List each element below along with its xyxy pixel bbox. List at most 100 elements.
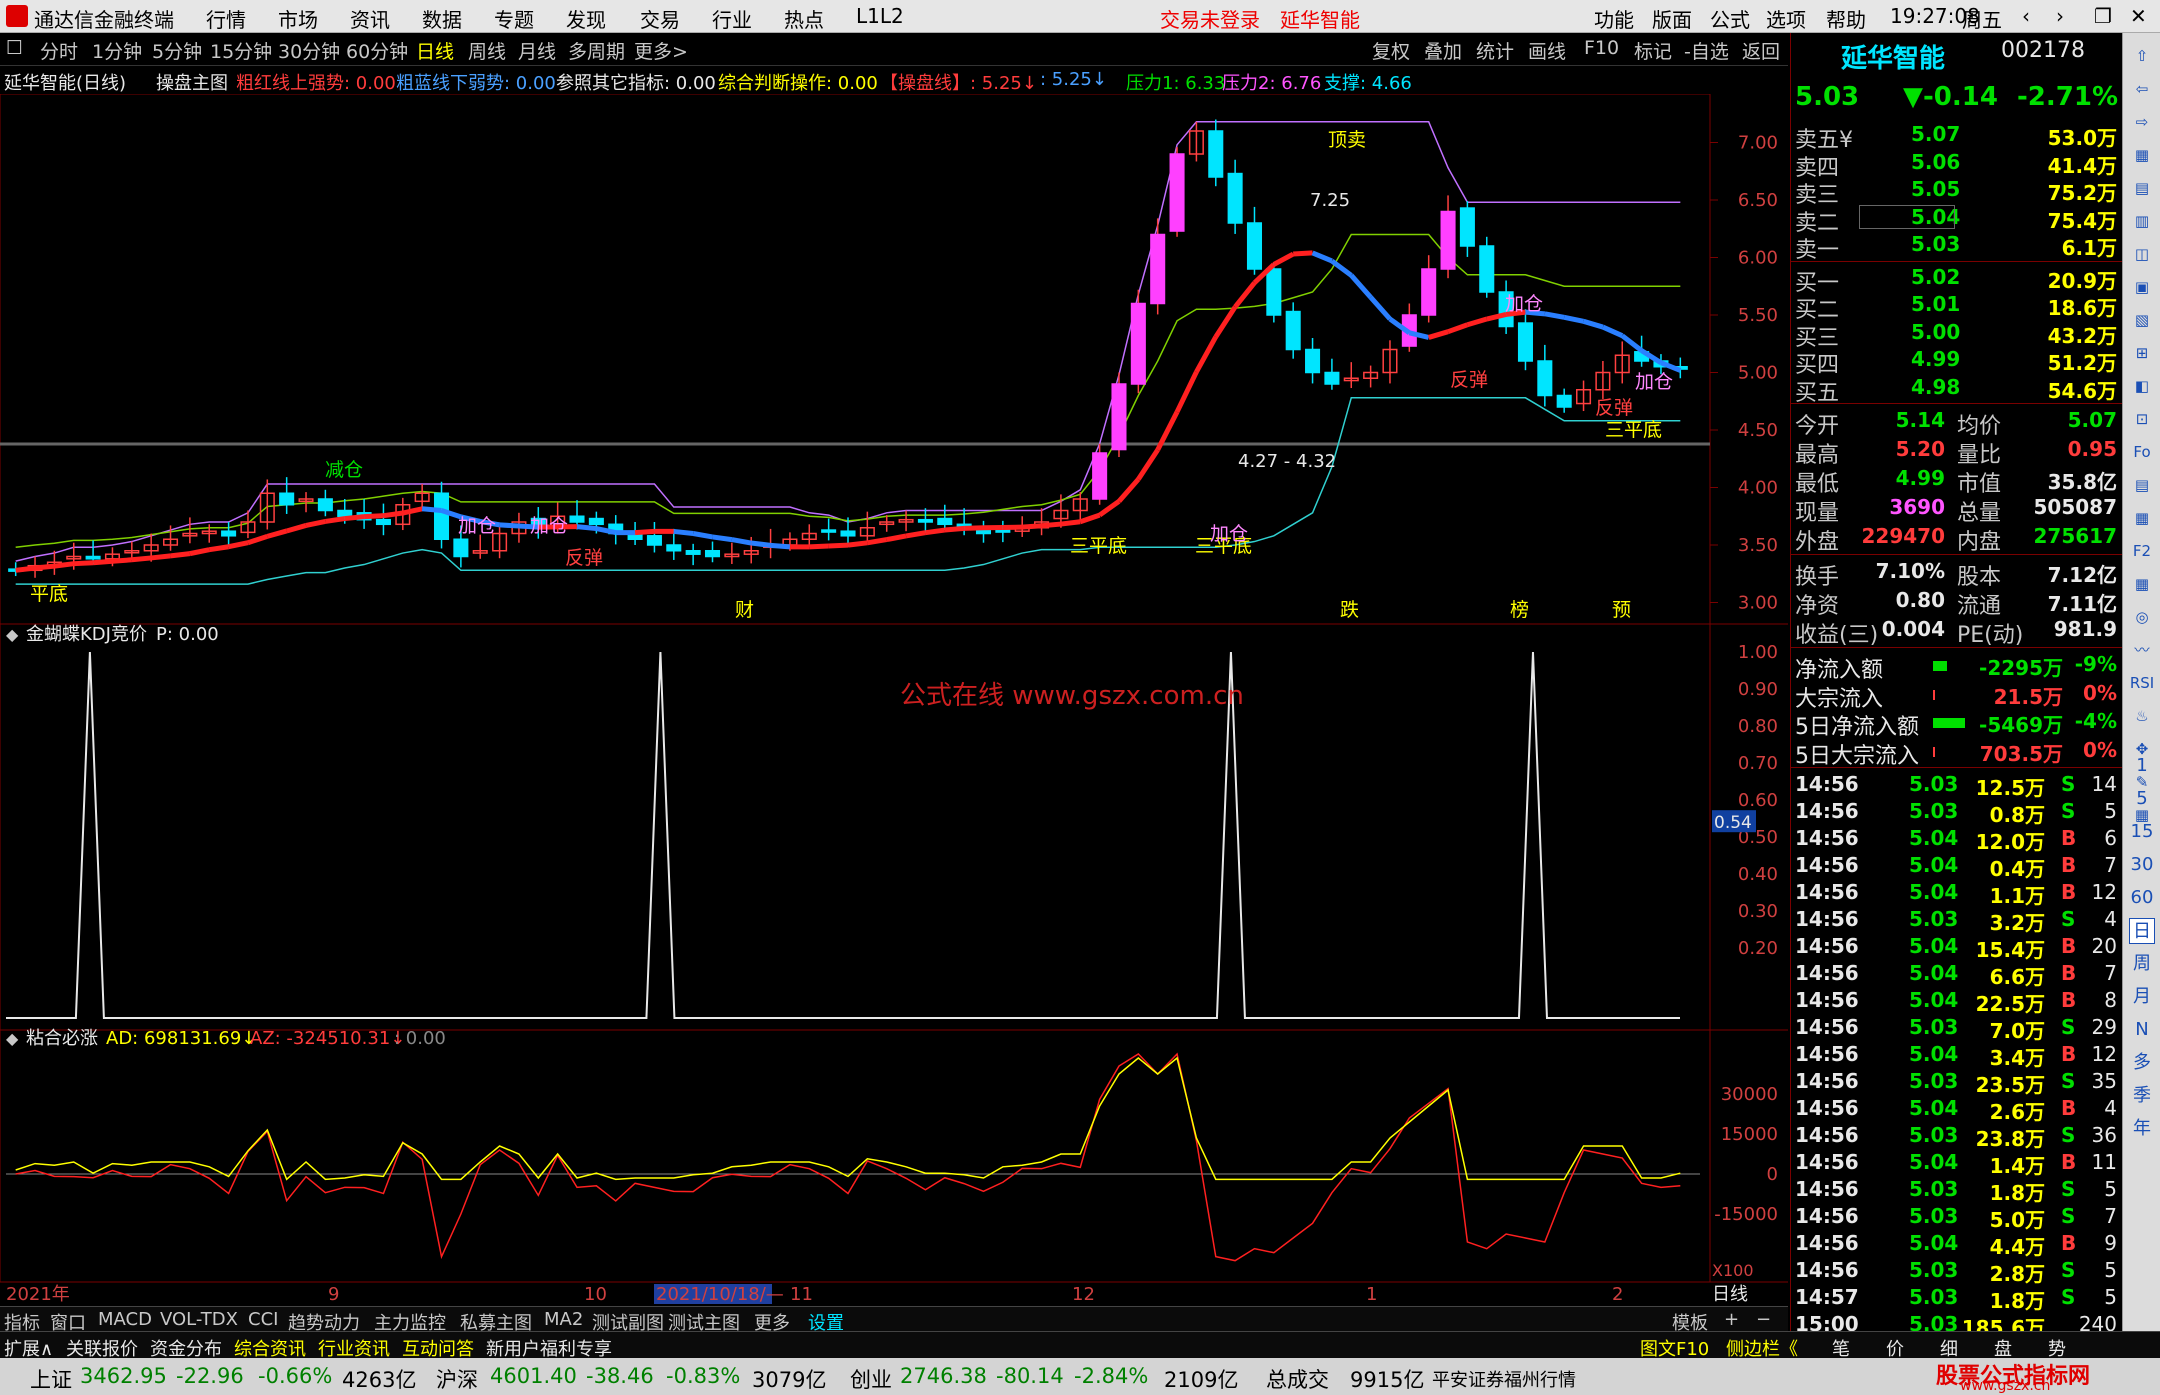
menu-hangye[interactable]: 行业 <box>712 4 752 33</box>
indicator-tab[interactable]: VOL-TDX <box>160 1309 238 1330</box>
forward-arrow-icon[interactable]: › <box>2056 4 2064 28</box>
menu-gongneng[interactable]: 功能 <box>1594 4 1634 33</box>
side-period-15[interactable]: 15 <box>2129 819 2155 845</box>
menu-l1l2[interactable]: L1L2 <box>856 4 904 28</box>
flow-pct: 0% <box>2083 737 2117 762</box>
period-1min[interactable]: 1分钟 <box>92 37 142 64</box>
menu-jiaoyi[interactable]: 交易 <box>640 4 680 33</box>
caopan-segment <box>131 555 152 563</box>
indicator-tab[interactable]: MACD <box>98 1309 152 1330</box>
level-volume: 43.2万 <box>2047 323 2117 348</box>
side-period-周[interactable]: 周 <box>2129 951 2155 977</box>
side-period-年[interactable]: 年 <box>2129 1116 2155 1142</box>
side-tool-icon[interactable]: ▦ <box>2129 571 2155 597</box>
candle-body <box>1285 310 1301 351</box>
btn-diejia[interactable]: 叠加 <box>1424 37 1462 64</box>
side-tool-icon[interactable]: ▤ <box>2129 472 2155 498</box>
btn-f10[interactable]: F10 <box>1584 37 1619 59</box>
side-tool-icon[interactable]: F2 <box>2129 538 2155 564</box>
login-status[interactable]: 交易未登录 <box>1160 4 1260 33</box>
menu-gongshi[interactable]: 公式 <box>1710 4 1750 33</box>
tick-price: 5.03 <box>1909 1204 1959 1228</box>
menu-hangqing[interactable]: 行情 <box>206 4 246 33</box>
period-daily[interactable]: 日线 <box>416 37 454 64</box>
period-monthly[interactable]: 月线 <box>518 37 556 64</box>
window-close-icon[interactable]: ✕ <box>2130 4 2147 28</box>
period-5min[interactable]: 5分钟 <box>152 37 202 64</box>
side-tool-icon[interactable]: ▦ <box>2129 142 2155 168</box>
side-tool-icon[interactable]: ⊞ <box>2129 340 2155 366</box>
candle-body <box>1169 153 1185 232</box>
side-tool-icon[interactable]: ⇨ <box>2129 109 2155 135</box>
side-tool-icon[interactable]: ◎ <box>2129 604 2155 630</box>
cy-index-name[interactable]: 创业 <box>850 1364 892 1394</box>
menu-shichang[interactable]: 市场 <box>278 4 318 33</box>
side-tool-icon[interactable]: ♨ <box>2129 703 2155 729</box>
period-fenshi[interactable]: 分时 <box>40 37 78 64</box>
level-price: 5.03 <box>1911 232 1961 256</box>
btn-fanhui[interactable]: 返回 <box>1742 37 1780 64</box>
side-period-5[interactable]: 5 <box>2129 786 2155 812</box>
caopan-segment <box>866 537 888 546</box>
main-indicator-name[interactable]: 操盘主图 <box>156 69 228 95</box>
tick-time: 14:56 <box>1795 772 1859 796</box>
period-15min[interactable]: 15分钟 <box>210 37 272 64</box>
window-restore-icon[interactable]: ❐ <box>2094 4 2112 28</box>
side-tool-icon[interactable]: Fo <box>2129 439 2155 465</box>
side-tool-icon[interactable]: ▥ <box>2129 208 2155 234</box>
side-period-季[interactable]: 季 <box>2129 1083 2155 1109</box>
sz-index-name[interactable]: 沪深 <box>436 1364 478 1394</box>
side-period-60[interactable]: 60 <box>2129 885 2155 911</box>
period-weekly[interactable]: 周线 <box>468 37 506 64</box>
candle-body <box>704 550 721 558</box>
sh-index-name[interactable]: 上证 <box>30 1364 72 1394</box>
menu-zhuanti[interactable]: 专题 <box>494 4 534 33</box>
btn-biaoji[interactable]: 标记 <box>1634 37 1672 64</box>
sell-level-row: 卖四 5.06 41.4万 <box>1791 149 2123 181</box>
side-tool-icon[interactable]: ◧ <box>2129 373 2155 399</box>
side-tool-icon[interactable]: ▣ <box>2129 274 2155 300</box>
side-period-多[interactable]: 多 <box>2129 1050 2155 1076</box>
toolbar-square-icon[interactable]: ☐ <box>6 37 23 59</box>
side-period-30[interactable]: 30 <box>2129 852 2155 878</box>
side-period-月[interactable]: 月 <box>2129 984 2155 1010</box>
period-30min[interactable]: 30分钟 <box>278 37 340 64</box>
side-period-1[interactable]: 1 <box>2129 753 2155 779</box>
side-tool-icon[interactable]: ▧ <box>2129 307 2155 333</box>
period-60min[interactable]: 60分钟 <box>346 37 408 64</box>
menu-zixun[interactable]: 资讯 <box>350 4 390 33</box>
menu-bangzhu[interactable]: 帮助 <box>1826 4 1866 33</box>
menu-xuanxiang[interactable]: 选项 <box>1766 4 1806 33</box>
side-tool-icon[interactable]: 〰 <box>2129 637 2155 663</box>
side-tool-icon[interactable]: ◫ <box>2129 241 2155 267</box>
btn-fuquan[interactable]: 复权 <box>1372 37 1410 64</box>
indicator-tab[interactable]: CCI <box>248 1309 278 1330</box>
indicator-tab[interactable]: + <box>1724 1309 1739 1330</box>
side-tool-icon[interactable]: ⇦ <box>2129 76 2155 102</box>
period-more[interactable]: 更多> <box>634 37 688 64</box>
indicator-tab[interactable]: MA2 <box>544 1309 583 1330</box>
menu-banmian[interactable]: 版面 <box>1652 4 1692 33</box>
chart-area[interactable]: 7.00 6.50 6.00 5.50 5.00 4.50 4.00 3.50 3.00 7.2… <box>0 94 1788 1304</box>
btn-tongji[interactable]: 统计 <box>1476 37 1514 64</box>
back-arrow-icon[interactable]: ‹ <box>2022 4 2030 28</box>
side-period-N[interactable]: N <box>2129 1017 2155 1043</box>
period-multi[interactable]: 多周期 <box>568 37 625 64</box>
side-tool-icon[interactable]: RSI <box>2129 670 2155 696</box>
side-tool-icon[interactable]: ▦ <box>2129 505 2155 531</box>
level-volume: 53.0万 <box>2047 126 2117 150</box>
side-tool-icon[interactable]: ⊡ <box>2129 406 2155 432</box>
stat-value: 3690 <box>1889 495 1945 519</box>
menu-shuju[interactable]: 数据 <box>422 4 462 33</box>
caopan-segment <box>73 560 94 567</box>
btn-zixuan[interactable]: -自选 <box>1684 37 1729 64</box>
chart-title: 延华智能(日线) <box>4 73 127 94</box>
side-tool-icon[interactable]: ⇧ <box>2129 43 2155 69</box>
side-tool-icon[interactable]: ▤ <box>2129 175 2155 201</box>
side-period-日[interactable]: 日 <box>2129 918 2155 944</box>
btn-huaxian[interactable]: 画线 <box>1528 37 1566 64</box>
indicator-tab[interactable]: − <box>1756 1309 1771 1330</box>
menu-faxian[interactable]: 发现 <box>566 4 606 33</box>
caopan-segment <box>402 506 423 516</box>
menu-redian[interactable]: 热点 <box>784 4 824 33</box>
